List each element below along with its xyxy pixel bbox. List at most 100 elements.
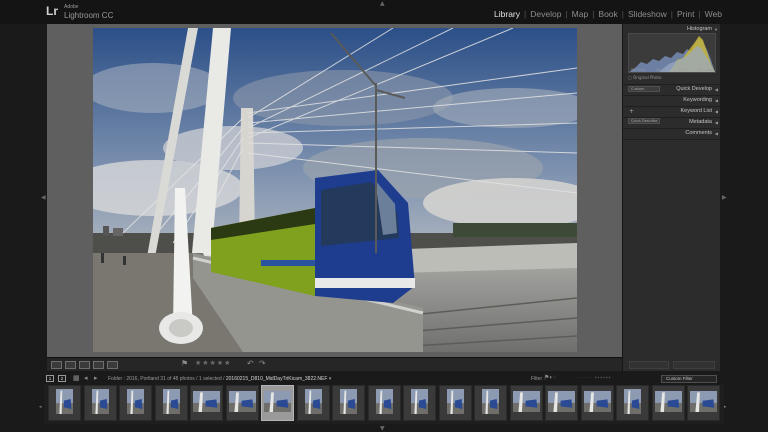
expand-triangle-icon[interactable]: ◀ — [715, 128, 718, 139]
filmstrip-thumbnail[interactable] — [474, 385, 507, 421]
filmstrip-thumbnail[interactable] — [545, 385, 578, 421]
quick-develop-title: Quick Develop — [676, 86, 712, 92]
exif-shutter: 1/₁₂₅ sec — [698, 68, 713, 72]
thumbnail-image — [690, 391, 717, 412]
original-photo-text: Original Photo — [633, 75, 662, 80]
keywording-title: Keywording — [683, 97, 712, 103]
filmstrip-thumbnail[interactable] — [83, 385, 117, 421]
people-view-button[interactable] — [107, 361, 118, 369]
module-print[interactable]: Print — [677, 9, 694, 19]
compare-view-button[interactable] — [79, 361, 90, 369]
module-map[interactable]: Map — [572, 9, 589, 19]
module-separator: | — [621, 9, 624, 19]
module-develop[interactable]: Develop — [530, 9, 561, 19]
rotate-left-icon[interactable]: ↶ — [247, 359, 254, 368]
thumbnail-image — [304, 389, 322, 414]
loupe-view-button[interactable] — [65, 361, 76, 369]
rating-stars-icon[interactable]: ★★★★★ — [195, 359, 231, 367]
original-photo-label[interactable]: ▢ Original Photo — [628, 75, 661, 80]
module-separator: | — [524, 9, 527, 19]
thumbnail-image — [340, 389, 357, 414]
brand-plate: Adobe Lightroom CC — [64, 4, 113, 20]
thumbnail-image — [512, 391, 540, 412]
flag-icon[interactable]: ⚑ — [181, 359, 188, 368]
back-arrow-icon[interactable]: ◂ — [84, 374, 88, 382]
photo-count: 31 of 48 photos / 1 selected / — [160, 376, 225, 382]
filmstrip-thumbnail[interactable] — [403, 385, 436, 421]
filter-label: Filter : — [531, 376, 545, 382]
filmstrip-thumbnail[interactable] — [154, 385, 188, 421]
filmstrip-thumbnail[interactable] — [261, 385, 294, 421]
filmstrip-thumbnail[interactable] — [651, 385, 685, 421]
thumbnail-image — [162, 389, 180, 414]
thumbnail-image — [264, 391, 291, 412]
metadata-header[interactable]: Metadata ◀ — [623, 117, 721, 128]
filmstrip-thumbnail[interactable] — [438, 385, 472, 421]
filmstrip-thumbnail[interactable] — [509, 385, 543, 421]
filmstrip-scroll-left-icon[interactable]: ◂ — [39, 404, 42, 410]
right-panel-toggle-icon[interactable]: ▶ — [722, 194, 727, 201]
filmstrip-thumbnail[interactable] — [119, 385, 152, 421]
custom-filter-select[interactable]: Custom Filter — [661, 375, 717, 383]
filmstrip-thumbnail[interactable] — [580, 385, 614, 421]
module-separator: | — [670, 9, 673, 19]
module-library[interactable]: Library — [494, 9, 520, 19]
brand-adobe: Adobe — [64, 4, 79, 10]
keyword-list-header[interactable]: Keyword List ◀ — [623, 106, 721, 117]
comments-header[interactable]: Comments ◀ — [623, 128, 721, 139]
survey-view-button[interactable] — [93, 361, 104, 369]
keyword-list-title: Keyword List — [680, 108, 713, 114]
histogram-title: Histogram — [686, 26, 712, 32]
expand-triangle-icon[interactable]: ◀ — [715, 106, 718, 117]
thumbnail-image — [56, 389, 73, 414]
filmstrip-thumbnail[interactable] — [190, 385, 223, 421]
filmstrip-thumbnail[interactable] — [225, 385, 259, 421]
module-separator: | — [698, 9, 701, 19]
loupe-view[interactable] — [47, 24, 622, 357]
expand-triangle-icon[interactable]: ◀ — [715, 117, 718, 128]
quick-develop-header[interactable]: Quick Develop ◀ — [623, 84, 721, 95]
original-photo-icon: ▢ — [628, 75, 632, 80]
filmstrip-thumbnail[interactable] — [48, 385, 81, 421]
expand-triangle-icon[interactable]: ◀ — [715, 84, 718, 95]
filmstrip-thumbnail[interactable] — [332, 385, 365, 421]
top-panel-toggle-icon[interactable]: ▲ — [380, 0, 385, 7]
bottom-panel-toggle-icon[interactable]: ▼ — [380, 425, 385, 432]
sync-metadata-button[interactable] — [629, 361, 669, 369]
filmstrip-thumbnail[interactable] — [296, 385, 330, 421]
grid-icon[interactable]: ▦ — [73, 374, 80, 382]
star-filter-icon[interactable]: ····· ▪▪▪▪▪▪ — [579, 375, 611, 381]
filmstrip[interactable] — [44, 385, 724, 424]
thumbnail-image — [91, 389, 109, 414]
module-web[interactable]: Web — [705, 9, 722, 19]
main-window-button[interactable]: 1 — [46, 375, 54, 382]
library-toolbar: ★★★★★ ⚑ ↶ ↷ — [47, 357, 622, 371]
grid-view-button[interactable] — [51, 361, 62, 369]
rotate-right-icon[interactable]: ↷ — [259, 359, 266, 368]
sync-settings-button[interactable] — [673, 361, 715, 369]
metadata-title: Metadata — [689, 119, 712, 125]
expand-triangle-icon[interactable]: ◀ — [715, 95, 718, 106]
module-book[interactable]: Book — [598, 9, 617, 19]
photo-preview[interactable] — [93, 28, 577, 352]
thumbnail-image — [482, 389, 499, 414]
thumbnail-image — [654, 391, 682, 412]
module-separator: | — [592, 9, 595, 19]
forward-arrow-icon[interactable]: ▸ — [94, 374, 98, 382]
filmstrip-thumbnail[interactable] — [616, 385, 649, 421]
filmstrip-scroll-right-icon[interactable]: ▸ — [724, 404, 727, 410]
thumbnail-image — [446, 389, 464, 414]
thumbnail-image — [127, 389, 144, 414]
source-path[interactable]: Folder : 2016, Portland 31 of 48 photos … — [108, 376, 331, 382]
exif-aperture: f / 11 — [678, 68, 688, 72]
filmstrip-thumbnail[interactable] — [367, 385, 401, 421]
flag-filter-icon[interactable]: ⚑◐◌ — [544, 374, 557, 381]
keywording-header[interactable]: Keywording ◀ — [623, 95, 721, 106]
thumbnail-image — [548, 391, 575, 412]
secondary-window-button[interactable]: 2 — [58, 375, 66, 382]
filmstrip-thumbnail[interactable] — [687, 385, 720, 421]
histogram-chart[interactable] — [628, 33, 716, 73]
exif-focal-length: 16 mm — [655, 68, 668, 72]
left-panel-toggle-icon[interactable]: ◀ — [41, 194, 46, 201]
module-slideshow[interactable]: Slideshow — [628, 9, 667, 19]
